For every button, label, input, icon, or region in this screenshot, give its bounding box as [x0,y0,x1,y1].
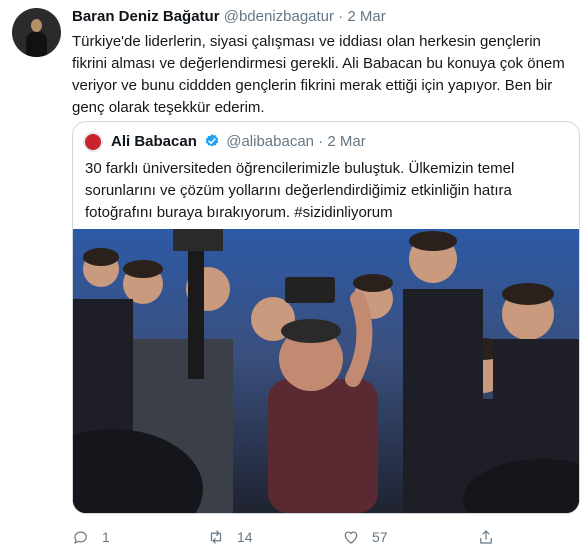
tweet-header: Baran Deniz Bağatur @bdenizbagatur · 2 M… [72,8,386,25]
share-icon [480,530,492,544]
share-button[interactable] [477,528,495,546]
avatar-figure-body [26,32,47,57]
retweet-button[interactable]: 14 [207,528,253,546]
tweet-date[interactable]: 2 Mar [347,8,385,25]
quoted-tweet-photo[interactable] [73,229,579,513]
like-count: 57 [372,529,388,545]
quoted-tweet-date: 2 Mar [327,133,366,150]
verified-badge-icon [205,134,219,147]
author-name[interactable]: Baran Deniz Bağatur [72,8,220,25]
tweet-actions: 1 14 57 [72,528,572,552]
quoted-author-name: Ali Babacan [111,133,197,150]
reply-icon [74,531,87,544]
reply-button[interactable]: 1 [72,528,110,546]
retweet-count: 14 [237,529,253,545]
reply-count: 1 [102,529,110,545]
header-separator: · [338,8,344,25]
quoted-author-handle: @alibabacan [226,133,315,150]
like-button[interactable]: 57 [342,528,388,546]
quoted-author-avatar [83,132,103,152]
quoted-header-separator: · [318,133,324,150]
tweet-text: Türkiye'de liderlerin, siyasi çalışması … [72,33,565,116]
quoted-tweet-header: Ali Babacan @alibabacan · 2 Mar [111,133,366,150]
author-handle[interactable]: @bdenizbagatur [224,8,334,25]
quoted-tweet[interactable]: Ali Babacan @alibabacan · 2 Mar 30 farkl… [72,121,580,514]
retweet-icon [210,530,222,544]
quoted-tweet-text: 30 farklı üniversiteden öğrencilerimizle… [85,160,515,221]
like-icon [344,531,358,544]
tweet[interactable]: Baran Deniz Bağatur @bdenizbagatur · 2 M… [0,0,588,555]
avatar-figure-face [31,19,42,32]
author-avatar[interactable] [12,8,61,57]
